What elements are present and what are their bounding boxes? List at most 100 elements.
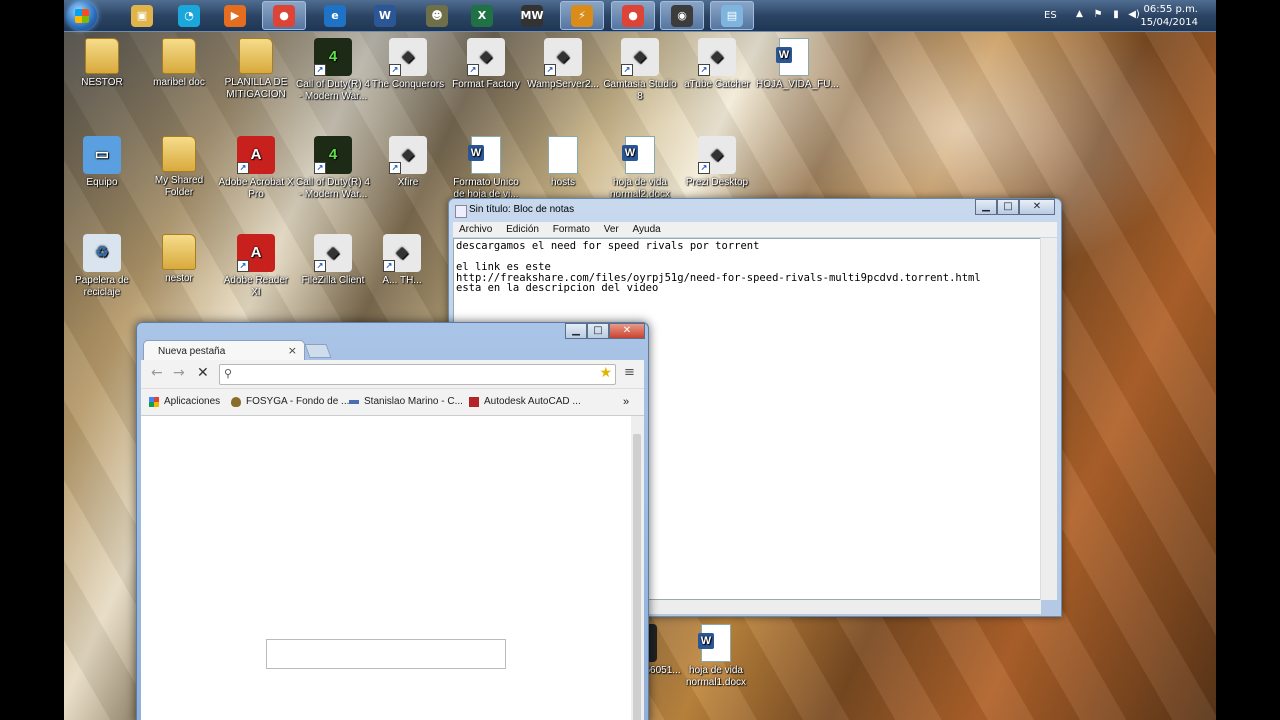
desktop-icon-4[interactable]: ◆ ↗ The Conquerors xyxy=(370,38,446,91)
desktop-icon-12[interactable]: A ↗ Adobe Acrobat X Pro xyxy=(218,136,294,201)
desktop-icon-label: hosts xyxy=(551,177,575,188)
pdf-icon: A ↗ xyxy=(237,136,275,174)
taskbar-app-6[interactable]: ☻ xyxy=(415,1,459,30)
desktop-icon-13[interactable]: 4 ↗ Call of Duty(R) 4 - Modern War... xyxy=(295,136,371,201)
menu-ver[interactable]: Ver xyxy=(598,222,624,235)
chrome-maximize-button[interactable]: □ xyxy=(587,323,609,339)
taskbar: ▣ ◔ ▶ ● e W ☻ X MW ⚡ ● ◉ ▤ ES ▲ ⚑ ▮ ◀) 06:55 p.m. 15… xyxy=(64,0,1216,32)
back-arrow-icon[interactable]: ← xyxy=(151,365,163,381)
folder-icon xyxy=(162,136,196,172)
google-search-box[interactable] xyxy=(266,639,506,669)
taskbar-app-7[interactable]: X xyxy=(460,1,504,30)
desktop-icon-19[interactable]: ♻ Papelera de reciclaje xyxy=(64,234,140,299)
menu-ayuda[interactable]: Ayuda xyxy=(627,222,666,235)
desktop-icon-17[interactable]: hoja de vida normal2.docx xyxy=(602,136,678,201)
bookmark-autocad[interactable]: Autodesk AutoCAD ... xyxy=(469,396,581,407)
bookmark-fosyga[interactable]: FOSYGA - Fondo de ... xyxy=(231,396,349,407)
desktop-icon-18[interactable]: ◆ ↗ Prezi Desktop xyxy=(679,136,755,189)
tab-new-tab[interactable]: Nueva pestaña × xyxy=(143,340,305,362)
notepad-title: Sin título: Bloc de notas xyxy=(469,204,575,215)
desktop-icon-label: FileZilla Client xyxy=(301,275,365,286)
desktop-icon-21[interactable]: A ↗ Adobe Reader XI xyxy=(218,234,294,299)
language-indicator[interactable]: ES xyxy=(1044,10,1057,21)
bookmark-apps[interactable]: Aplicaciones xyxy=(149,396,220,407)
desktop: ▣ ◔ ▶ ● e W ☻ X MW ⚡ ● ◉ ▤ ES ▲ ⚑ ▮ ◀) 06:55 p.m. 15… xyxy=(64,0,1216,720)
chrome-close-button[interactable]: ✕ xyxy=(609,323,645,339)
folder-icon: ▣ xyxy=(131,4,153,27)
chrome-window[interactable]: ▁ □ ✕ Nueva pestaña × ← → ✕ ⚲ ★ ≡ Aplica… xyxy=(136,322,649,720)
desktop-icon-5[interactable]: ◆ ↗ Format Factory xyxy=(448,38,524,91)
taskbar-app-12[interactable]: ▤ xyxy=(710,1,754,30)
action-center-icon[interactable]: ⚑ xyxy=(1092,9,1104,21)
start-button[interactable] xyxy=(67,1,97,30)
autocad-icon xyxy=(469,396,479,407)
folder-icon xyxy=(162,38,196,74)
taskbar-app-8[interactable]: MW xyxy=(510,1,554,30)
minimize-button[interactable]: ▁ xyxy=(975,199,997,215)
apps-grid-icon xyxy=(149,396,159,407)
taskbar-app-4[interactable]: e xyxy=(313,1,357,30)
clock-date[interactable]: 15/04/2014 xyxy=(1140,17,1198,28)
desktop-icon-0[interactable]: NESTOR xyxy=(64,38,140,89)
menu-formato[interactable]: Formato xyxy=(547,222,595,235)
maximize-button[interactable]: □ xyxy=(997,199,1019,215)
desktop-icon-22[interactable]: ◆ ↗ FileZilla Client xyxy=(295,234,371,287)
taskbar-app-0[interactable]: ▣ xyxy=(120,1,164,30)
desktop-icon-20[interactable]: nestor xyxy=(141,234,217,285)
taskbar-app-11[interactable]: ◉ xyxy=(660,1,704,30)
desktop-icon-10[interactable]: ▭ Equipo xyxy=(64,136,140,189)
shortcut-arrow-icon: ↗ xyxy=(383,260,395,272)
taskbar-app-10[interactable]: ● xyxy=(611,1,655,30)
desktop-icon-3[interactable]: 4 ↗ Call of Duty(R) 4 - Modern War... xyxy=(295,38,371,103)
word-icon xyxy=(698,624,731,662)
app-icon: ◆ ↗ xyxy=(621,38,659,76)
desktop-icon-label: Equipo xyxy=(86,177,118,188)
chrome-menu-icon[interactable]: ≡ xyxy=(624,365,636,380)
chrome-page-content xyxy=(141,416,631,720)
forward-arrow-icon[interactable]: → xyxy=(173,365,185,381)
desktop-icon-2[interactable]: PLANILLA DE MITIGACION xyxy=(218,38,294,101)
bookmarks-overflow[interactable]: » xyxy=(623,396,629,408)
taskbar-app-2[interactable]: ▶ xyxy=(213,1,257,30)
taskbar-app-5[interactable]: W xyxy=(363,1,407,30)
game-icon: 4 ↗ xyxy=(314,136,352,174)
new-tab-button[interactable] xyxy=(304,344,332,358)
desktop-icon-11[interactable]: My Shared Folder xyxy=(141,136,217,199)
tray-expand-icon[interactable]: ▲ xyxy=(1076,9,1083,19)
network-icon[interactable]: ▮ xyxy=(1110,9,1122,21)
tab-close-icon[interactable]: × xyxy=(288,344,297,357)
folder-icon xyxy=(85,38,119,74)
menu-archivo[interactable]: Archivo xyxy=(453,222,497,235)
game-icon: ☻ xyxy=(426,4,448,27)
taskbar-app-1[interactable]: ◔ xyxy=(167,1,211,30)
word-icon xyxy=(468,136,501,174)
taskbar-app-3[interactable]: ● xyxy=(262,1,306,30)
desktop-icon-1[interactable]: maribel doc xyxy=(141,38,217,89)
chrome-minimize-button[interactable]: ▁ xyxy=(565,323,587,339)
chrome-icon: ● xyxy=(273,4,295,27)
chrome-scrollbar[interactable] xyxy=(631,416,644,720)
menu-edicion[interactable]: Edición xyxy=(500,222,544,235)
volume-icon[interactable]: ◀) xyxy=(1128,9,1140,21)
desktop-icon-16[interactable]: hosts xyxy=(525,136,601,189)
desktop-icon-15[interactable]: Formato Unico de hoja de vi... xyxy=(448,136,524,201)
stop-icon[interactable]: ✕ xyxy=(197,365,209,381)
notepad-menubar: Archivo Edición Formato Ver Ayuda xyxy=(453,222,1057,237)
desktop-icon-7[interactable]: ◆ ↗ Camtasia Studio 8 xyxy=(602,38,678,103)
vertical-scrollbar[interactable] xyxy=(1040,238,1057,600)
app-icon: ◆ ↗ xyxy=(698,38,736,76)
shortcut-arrow-icon: ↗ xyxy=(314,260,326,272)
desktop-icon-14[interactable]: ◆ ↗ Xfire xyxy=(370,136,446,189)
taskbar-app-9[interactable]: ⚡ xyxy=(560,1,604,30)
desktop-icon-9[interactable]: HOJA_VIDA_FU... xyxy=(756,38,839,91)
bookmark-star-icon[interactable]: ★ xyxy=(599,365,612,381)
omnibox[interactable]: ⚲ ★ xyxy=(219,364,616,385)
clock-time[interactable]: 06:55 p.m. xyxy=(1144,4,1198,15)
desktop-icon-6[interactable]: ◆ ↗ WampServer2... xyxy=(525,38,601,91)
desktop-icon-8[interactable]: ◆ ↗ aTube Catcher xyxy=(679,38,755,91)
desktop-icon-23[interactable]: ◆ ↗ A... TH... xyxy=(364,234,440,287)
bookmark-stanislao[interactable]: Stanislao Marino - C... xyxy=(349,396,463,407)
desktop-icon-label: nestor xyxy=(165,273,193,284)
close-button[interactable]: ✕ xyxy=(1019,199,1055,215)
desktop-icon-25[interactable]: hoja de vida normal1.docx xyxy=(678,624,754,689)
